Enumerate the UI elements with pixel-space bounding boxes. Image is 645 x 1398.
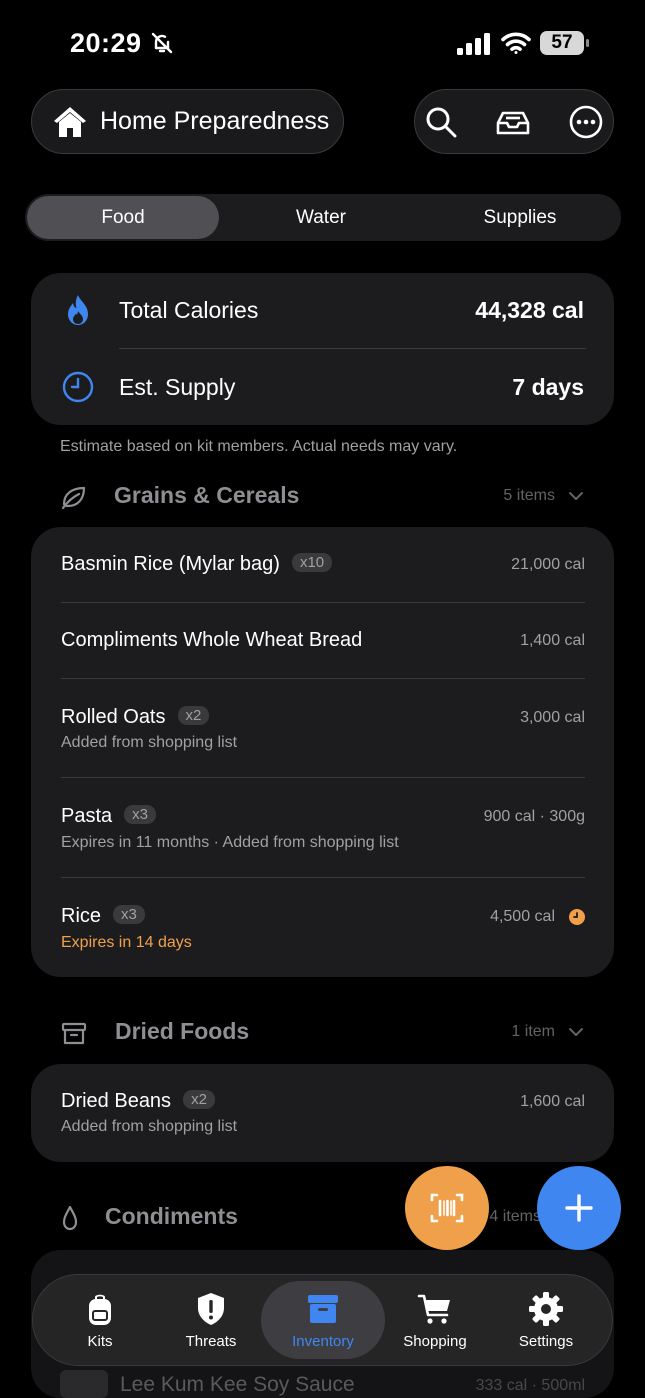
segment-water[interactable]: Water [223,194,419,241]
tab-label: Threats [185,1333,237,1350]
status-time: 20:29 [70,28,142,58]
quantity-badge: x2 [177,706,210,725]
plus-icon [565,1194,593,1222]
inventory-box-icon [308,1295,338,1323]
shield-alert-icon [198,1293,224,1325]
tab-label: Kits [87,1333,113,1350]
gear-icon [529,1292,563,1326]
quantity-badge: x3 [124,805,156,824]
quantity-badge: x10 [291,553,333,572]
tab-kits[interactable]: Kits [45,1275,155,1365]
house-icon [54,106,86,137]
backpack-icon [89,1294,111,1325]
drop-icon [62,1205,78,1231]
barcode-scan-icon [430,1193,464,1223]
section-title: Dried Foods [115,1018,250,1044]
item-name[interactable]: Lee Kum Kee Soy Sauce [120,1373,355,1397]
section-header-dried-foods[interactable]: Dried Foods 1 item [60,1013,585,1053]
estimate-note: Estimate based on kit members. Actual ne… [60,438,458,455]
item-name: Rice [61,905,102,927]
total-calories-value: 44,328 cal [475,297,584,323]
expiry-clock-icon [569,909,585,925]
item-subtitle: Expires in 11 months · Added from shoppi… [61,834,399,851]
battery-icon: 57 [540,31,590,55]
tab-label: Inventory [292,1333,354,1350]
item-calories: 1,600 cal [520,1093,585,1110]
est-supply-row: Est. Supply 7 days [31,350,614,426]
section-header-condiments[interactable]: Condiments 4 items [60,1198,585,1238]
item-calories: 4,500 cal [490,908,555,925]
barcode-scan-button[interactable] [405,1166,489,1250]
item-name: Basmin Rice (Mylar bag) [61,553,280,575]
quantity-badge: x2 [183,1090,215,1109]
search-icon[interactable] [423,104,459,140]
signal-icon [457,33,490,55]
item-name: Compliments Whole Wheat Bread [61,629,363,651]
tab-settings[interactable]: Settings [491,1275,601,1365]
cart-icon [417,1294,450,1324]
chevron-down-icon [569,492,583,500]
list-item[interactable]: Rice x3 Expires in 14 days 4,500 cal [61,878,585,977]
item-name: Dried Beans [61,1090,172,1112]
header-actions [414,89,614,154]
clock-icon [62,371,94,403]
chevron-down-icon [569,1028,583,1036]
tab-inventory[interactable]: Inventory [268,1275,378,1365]
item-calories: 900 cal · 300g [483,808,585,825]
item-expiry-warning: Expires in 14 days [61,934,192,951]
item-subtitle: Added from shopping list [61,734,238,751]
status-bar: 20:29 57 [0,0,645,88]
battery-level: 57 [551,32,573,53]
food-summary-card: Total Calories 44,328 cal Est. Supply 7 … [31,273,614,425]
more-icon[interactable] [568,104,604,140]
tab-threats[interactable]: Threats [156,1275,266,1365]
item-thumbnail [60,1370,108,1398]
tab-shopping[interactable]: Shopping [380,1275,490,1365]
bell-slash-icon [151,32,173,54]
est-supply-value: 7 days [512,374,584,400]
list-item[interactable]: Pasta x3 Expires in 11 months · Added fro… [61,778,585,877]
tab-label: Shopping [403,1333,467,1350]
section-title: Grains & Cereals [114,482,300,508]
quantity-badge: x3 [113,905,145,924]
add-item-button[interactable] [537,1166,621,1250]
list-item[interactable]: Compliments Whole Wheat Bread 1,400 cal [61,603,585,679]
item-calories: 333 cal · 500ml [475,1377,585,1394]
section-count: 4 items [489,1208,541,1225]
section-title: Condiments [105,1203,238,1229]
grains-list-card: Basmin Rice (Mylar bag) x10 21,000 cal Co… [31,527,614,977]
section-header-grains[interactable]: Grains & Cereals 5 items [60,477,585,517]
tray-icon[interactable] [495,104,531,140]
item-name: Rolled Oats [61,706,166,728]
list-item[interactable]: Dried Beans x2 Added from shopping list 1… [61,1064,585,1162]
item-calories: 1,400 cal [520,632,585,649]
list-item[interactable]: Basmin Rice (Mylar bag) x10 21,000 cal [61,527,585,603]
tab-bar: Kits Threats Inventory Shopping Settings [32,1274,613,1366]
section-count: 1 item [511,1023,555,1040]
leaf-icon [61,486,86,510]
segment-supplies[interactable]: Supplies [421,194,619,241]
kit-name: Home Preparedness [100,107,330,135]
segment-food[interactable]: Food [25,194,221,241]
total-calories-row: Total Calories 44,328 cal [31,273,614,349]
kit-selector[interactable]: Home Preparedness [31,89,344,154]
tab-label: Settings [518,1333,574,1350]
category-segmented-control: Food Water Supplies [25,194,621,241]
flame-icon [68,295,88,325]
item-calories: 3,000 cal [520,709,585,726]
item-calories: 21,000 cal [511,556,585,573]
list-item[interactable]: Rolled Oats x2 Added from shopping list 3… [61,679,585,778]
item-subtitle: Added from shopping list [61,1118,238,1135]
summary-divider [119,348,586,349]
wifi-icon [501,32,531,54]
est-supply-label: Est. Supply [119,374,236,400]
section-count: 5 items [503,487,555,504]
item-name: Pasta [61,805,113,827]
archive-box-icon [61,1022,87,1045]
total-calories-label: Total Calories [119,297,259,323]
dried-foods-list-card: Dried Beans x2 Added from shopping list 1… [31,1064,614,1162]
